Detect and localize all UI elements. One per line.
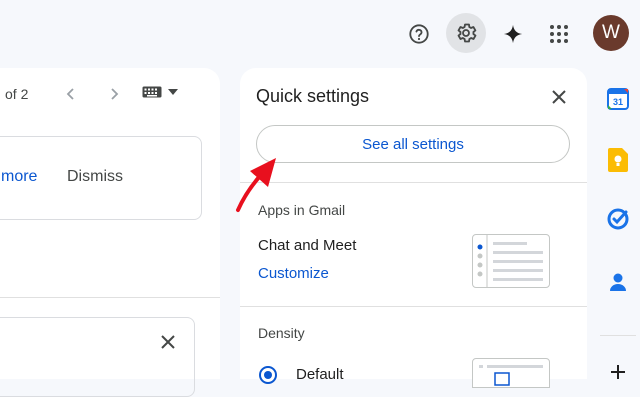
- apps-grid-icon: [550, 25, 568, 43]
- dismissible-card: [0, 317, 195, 397]
- avatar-letter: W: [602, 22, 620, 43]
- red-arrow-annotation: [236, 158, 276, 212]
- density-default-label: Default: [296, 366, 344, 383]
- close-panel-button[interactable]: [548, 86, 570, 108]
- newer-button[interactable]: [103, 83, 125, 105]
- chat-meet-preview: [472, 234, 550, 288]
- learn-more-link[interactable]: more: [1, 168, 37, 186]
- notice-card: more Dismiss: [0, 136, 202, 220]
- avatar[interactable]: W: [593, 15, 629, 51]
- density-default-radio[interactable]: [259, 366, 277, 384]
- density-preview-icon: [479, 365, 543, 386]
- keyboard-icon: [142, 86, 162, 98]
- older-button[interactable]: [60, 83, 82, 105]
- density-label: Density: [258, 325, 305, 341]
- chevron-left-icon: [66, 88, 74, 100]
- divider: [600, 335, 636, 336]
- divider: [240, 306, 587, 307]
- svg-text:31: 31: [613, 97, 623, 107]
- sparkle-icon: [503, 24, 523, 44]
- close-icon: [161, 335, 175, 349]
- help-circle-icon: [409, 24, 429, 44]
- caret-down-icon: [168, 89, 178, 95]
- close-icon: [552, 90, 566, 104]
- keep-app-button[interactable]: [604, 146, 632, 174]
- customize-link[interactable]: Customize: [258, 265, 329, 282]
- contacts-icon: [610, 273, 626, 291]
- keep-icon: [608, 148, 628, 172]
- density-preview: [472, 358, 550, 388]
- help-button[interactable]: [399, 14, 439, 54]
- settings-button[interactable]: [446, 13, 486, 53]
- gemini-button[interactable]: [493, 14, 533, 54]
- quick-settings-panel: Quick settings See all settings Apps in …: [240, 68, 587, 388]
- top-bar: W: [0, 0, 640, 68]
- add-icon: [611, 365, 625, 379]
- apps-button[interactable]: [539, 14, 579, 54]
- calendar-app-button[interactable]: 31: [604, 85, 632, 113]
- input-tools-button[interactable]: [142, 86, 178, 98]
- get-addons-button[interactable]: [604, 358, 632, 386]
- mail-pane: of 2 more Dismiss: [0, 68, 220, 397]
- tasks-icon: [607, 208, 629, 230]
- gear-icon: [457, 23, 477, 43]
- tasks-app-button[interactable]: [604, 205, 632, 233]
- panel-title: Quick settings: [256, 86, 370, 106]
- see-all-settings-button[interactable]: See all settings: [256, 125, 570, 163]
- divider: [240, 182, 587, 183]
- chevron-right-icon: [111, 88, 119, 100]
- close-card-button[interactable]: [160, 334, 176, 355]
- dismiss-button[interactable]: Dismiss: [67, 168, 123, 186]
- calendar-icon: 31: [607, 88, 629, 110]
- pager-text: of 2: [5, 86, 29, 102]
- divider: [0, 297, 220, 298]
- chat-meet-label: Chat and Meet: [258, 237, 357, 254]
- contacts-app-button[interactable]: [604, 268, 632, 296]
- layout-preview-icon: [477, 235, 543, 287]
